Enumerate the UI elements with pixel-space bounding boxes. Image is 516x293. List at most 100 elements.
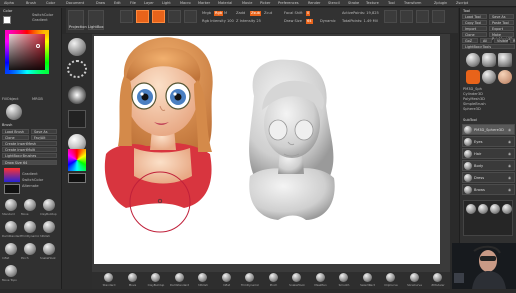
menu-item[interactable]: Zplugin xyxy=(434,1,447,5)
zsub-toggle[interactable]: Zsub xyxy=(250,11,261,16)
menu-item[interactable]: Transform xyxy=(404,1,421,5)
switch-color-button[interactable]: SwitchColor xyxy=(32,13,53,18)
dynamic-toggle[interactable]: Dynamic xyxy=(320,19,336,24)
gizmo-button[interactable] xyxy=(432,10,445,23)
menu-item[interactable]: Marker xyxy=(198,1,210,5)
menu-item[interactable]: Macro xyxy=(180,1,191,5)
delete-icon[interactable] xyxy=(502,204,512,214)
edit-mode-button[interactable] xyxy=(120,10,133,23)
m-toggle[interactable]: M xyxy=(224,11,227,16)
save-brush-button[interactable]: Save As xyxy=(34,130,48,134)
visible-button[interactable]: Visible xyxy=(497,39,508,43)
clone-brush-button[interactable]: Clone xyxy=(5,136,15,140)
stroke-type-icon[interactable] xyxy=(67,60,87,78)
bottom-shelf-brush[interactable]: hPolish xyxy=(192,273,214,288)
menu-item[interactable]: Preferences xyxy=(278,1,299,5)
color-picker-cursor[interactable] xyxy=(36,44,40,48)
draw-size-row[interactable]: Draw Size 64 xyxy=(5,161,27,165)
brush-tile[interactable]: Move xyxy=(21,198,39,219)
menu-item[interactable]: Layer xyxy=(144,1,154,5)
secondary-color-swatch[interactable] xyxy=(4,184,20,194)
subtool-item[interactable]: Eyes ◉ xyxy=(462,136,515,147)
mrgb-toggle[interactable]: Mrgb xyxy=(202,11,211,16)
menu-item[interactable]: Material xyxy=(218,1,232,5)
create-insertmulti-button[interactable]: Create InsertMulti xyxy=(5,148,35,152)
clay-character[interactable] xyxy=(249,59,335,220)
main-color-swatch[interactable] xyxy=(3,16,11,24)
bottom-shelf-brush[interactable]: ClayBuildup xyxy=(145,273,167,288)
menu-item[interactable]: Stencil xyxy=(328,1,340,5)
copy-tool-button[interactable]: Copy Tool xyxy=(465,21,481,25)
brush-tile[interactable]: DamStandard xyxy=(2,220,21,241)
save-tool-button[interactable]: Save As xyxy=(492,15,506,19)
bottom-shelf-brush[interactable]: Inflat xyxy=(216,273,238,288)
gradient-toggle[interactable]: Gradient xyxy=(22,172,38,177)
switch-color-toggle[interactable]: SwitchColor xyxy=(22,178,43,183)
bottom-shelf-brush[interactable]: ClipCurve xyxy=(380,273,402,288)
rotate-mode-button[interactable] xyxy=(184,10,197,23)
lightbox-brushes-button[interactable]: LightBox>Brushes xyxy=(5,154,36,158)
text-3d-button[interactable] xyxy=(416,10,429,23)
tool-thumb-sphere3d-icon[interactable] xyxy=(482,70,496,84)
tool-thumb-sphere-icon[interactable] xyxy=(466,53,480,67)
secondary-color-icon[interactable] xyxy=(68,173,86,183)
visibility-eye-icon[interactable]: ◉ xyxy=(508,140,511,145)
visibility-eye-icon[interactable]: ◉ xyxy=(508,188,511,193)
load-brush-button[interactable]: Load Brush xyxy=(5,130,24,134)
material-preview-icon[interactable] xyxy=(6,104,22,120)
brush-tile[interactable]: ClayBuildup xyxy=(40,198,58,219)
r-button[interactable]: R xyxy=(513,39,515,43)
append-icon[interactable] xyxy=(466,204,476,214)
bottom-shelf-brush[interactable]: ZModeler xyxy=(427,273,449,288)
load-tool-button[interactable]: Load Tool xyxy=(465,15,481,19)
scale-mode-button[interactable] xyxy=(168,10,181,23)
lightbox-tools-button[interactable]: LightBox>Tools xyxy=(465,45,491,49)
texture-icon[interactable] xyxy=(68,110,86,128)
menu-item[interactable]: Stroke xyxy=(348,1,359,5)
menu-item[interactable]: Tool xyxy=(388,1,395,5)
tool-thumb-simplebrush-icon[interactable] xyxy=(466,70,480,84)
menu-item[interactable]: Zscript xyxy=(456,1,468,5)
move-mode-button[interactable] xyxy=(152,10,165,23)
menu-item[interactable]: Draw xyxy=(96,1,105,5)
export-button[interactable]: Export xyxy=(492,27,503,31)
gradient-swatch[interactable] xyxy=(4,168,20,182)
brush-tile[interactable]: Inflat xyxy=(2,242,20,263)
draw-mode-button[interactable] xyxy=(136,10,149,23)
subtool-item[interactable]: PM3D_Sphere3D ◉ xyxy=(462,124,515,135)
paste-tool-button[interactable]: Paste Tool xyxy=(492,21,509,25)
menu-item[interactable]: File xyxy=(130,1,136,5)
subtool-item[interactable]: Body ◉ xyxy=(462,160,515,171)
bottom-shelf-brush[interactable]: SelectRect xyxy=(357,273,379,288)
subtool-item[interactable]: Brows ◉ xyxy=(462,184,515,195)
focal-shift-value[interactable]: 0 xyxy=(306,11,311,16)
fav-brush-button[interactable]: Fav/Alt xyxy=(34,136,45,140)
tool-thumb-character-icon[interactable] xyxy=(498,70,512,84)
tool-thumb-polymesh-icon[interactable] xyxy=(498,53,512,67)
menu-item[interactable]: Picker xyxy=(260,1,270,5)
color-swatch-icon[interactable] xyxy=(68,149,86,171)
subtool-master-button[interactable] xyxy=(400,10,413,23)
visibility-eye-icon[interactable]: ◉ xyxy=(508,176,511,181)
insert-icon[interactable] xyxy=(478,204,488,214)
bottom-shelf-brush[interactable]: SliceCurve xyxy=(404,273,426,288)
menu-item[interactable]: Alpha xyxy=(4,1,14,5)
tool-thumb-cylinder-icon[interactable] xyxy=(482,53,496,67)
menu-item[interactable]: Movie xyxy=(242,1,252,5)
clone-tool-button[interactable]: Clone xyxy=(465,33,475,37)
alpha-icon[interactable] xyxy=(68,86,86,104)
menu-item[interactable]: Texture xyxy=(366,1,379,5)
current-brush-icon[interactable] xyxy=(68,38,86,56)
brush-tile[interactable]: SnakeHook xyxy=(40,242,58,263)
rgb-toggle[interactable]: Rgb xyxy=(214,11,224,16)
brush-tile[interactable]: Standard xyxy=(2,198,20,219)
bottom-shelf-brush[interactable]: Smooth xyxy=(333,273,355,288)
bottom-shelf-brush[interactable]: DamStandard xyxy=(169,273,191,288)
z-intensity-slider[interactable]: Z Intensity 25 xyxy=(236,19,261,24)
menu-item[interactable]: Brush xyxy=(26,1,36,5)
subtool-item[interactable]: Hair ◉ xyxy=(462,148,515,159)
painted-character[interactable] xyxy=(104,37,213,208)
visibility-eye-icon[interactable]: ◉ xyxy=(508,152,511,157)
menu-item[interactable]: Document xyxy=(66,1,84,5)
zadd-toggle[interactable]: Zadd xyxy=(236,11,245,16)
